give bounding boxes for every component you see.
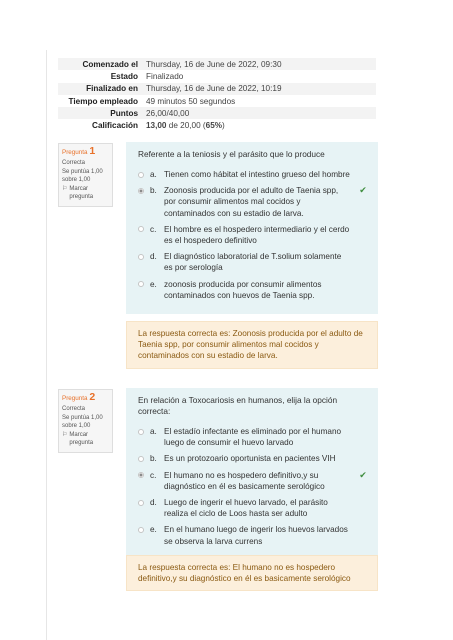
grade-close: ) <box>222 121 225 131</box>
summary-value: 13,00 de 20,00 (65%) <box>142 119 376 131</box>
option-letter: d. <box>150 252 157 262</box>
question-1-content: Referente a la teniosis y el parásito qu… <box>126 142 378 315</box>
option-letter: d. <box>150 498 157 508</box>
question-number: 2 <box>89 391 96 403</box>
option-text: El estadío infectante es eliminado por e… <box>164 427 342 448</box>
summary-row-points: Puntos 26,00/40,00 <box>58 107 376 120</box>
grade-percent: 65% <box>205 121 223 131</box>
option-text: Zoonosis producida por el adulto de Taen… <box>164 186 339 218</box>
option-letter: c. <box>150 470 157 480</box>
option-letter: e. <box>150 525 157 535</box>
radio-button-selected[interactable] <box>138 187 144 194</box>
summary-label: Puntos <box>58 107 142 120</box>
radio-button[interactable] <box>138 527 144 534</box>
flag-question-link[interactable]: ⚐ Marcar pregunta <box>62 431 109 448</box>
flag-question-link[interactable]: ⚐ Marcar pregunta <box>62 185 109 202</box>
question-1-correct-answer-feedback: La respuesta correcta es: Zoonosis produ… <box>126 321 378 369</box>
attempt-summary-table: Comenzado el Thursday, 16 de June de 202… <box>58 58 376 132</box>
summary-label: Finalizado en <box>58 82 142 95</box>
radio-button[interactable] <box>138 428 144 435</box>
option-text: El humano no es hospedero definitivo,y s… <box>164 470 325 491</box>
answer-option[interactable]: a. Tienen como hábitat el intestino grues… <box>138 169 368 180</box>
question-label: Pregunta <box>62 149 88 156</box>
flag-icon: ⚐ <box>62 185 68 192</box>
question-text: Referente a la teniosis y el parásito qu… <box>138 149 325 159</box>
page-left-rule <box>46 50 47 640</box>
radio-button[interactable] <box>138 226 144 233</box>
summary-value: 26,00/40,00 <box>142 107 376 120</box>
check-icon: ✔ <box>359 469 367 480</box>
question-label: Pregunta <box>62 395 88 402</box>
flag-question-label: Marcar pregunta <box>69 431 94 447</box>
summary-value: Thursday, 16 de June de 2022, 09:30 <box>142 58 376 71</box>
option-letter: b. <box>150 186 157 196</box>
option-text: Luego de ingerir el huevo larvado, el pa… <box>164 498 328 519</box>
answer-option[interactable]: e. En el humano luego de ingerir los huev… <box>138 524 368 546</box>
answer-option[interactable]: b. Es un protozoario oportunista en pacie… <box>138 453 368 464</box>
grade-total: de 20,00 ( <box>166 121 206 131</box>
answer-option[interactable]: b. Zoonosis producida por el adulto de Ta… <box>138 185 368 219</box>
option-letter: b. <box>150 454 157 464</box>
radio-button[interactable] <box>138 281 144 288</box>
flag-icon: ⚐ <box>62 431 68 438</box>
summary-row-finished: Finalizado en Thursday, 16 de June de 20… <box>58 82 376 95</box>
summary-value: Thursday, 16 de June de 2022, 10:19 <box>142 82 376 95</box>
question-number: 1 <box>89 145 96 157</box>
summary-row-grade: Calificación 13,00 de 20,00 (65%) <box>58 119 376 131</box>
question-2-info: Pregunta 2 Correcta Se puntúa 1,00 sobre… <box>58 389 113 454</box>
answer-option[interactable]: a. El estadío infectante es eliminado por… <box>138 426 368 448</box>
grade-score: 13,00 <box>146 121 167 131</box>
option-letter: c. <box>150 224 157 234</box>
option-letter: e. <box>150 279 157 289</box>
answer-option[interactable]: c. El hombre es el hospedero intermediari… <box>138 224 368 246</box>
question-state: Correcta <box>62 406 86 413</box>
flag-question-label: Marcar pregunta <box>69 185 94 201</box>
summary-row-started: Comenzado el Thursday, 16 de June de 202… <box>58 58 376 71</box>
option-text: El diagnóstico laboratorial de T.solium … <box>164 252 342 273</box>
question-mark: Se puntúa 1,00 sobre 1,00 <box>62 168 103 184</box>
option-text: zoonosis producida por consumir alimento… <box>164 279 322 300</box>
question-state: Correcta <box>62 160 86 167</box>
question-2-content: En relación a Toxocariosis en humanos, e… <box>126 388 378 560</box>
summary-row-time-taken: Tiempo empleado 49 minutos 50 segundos <box>58 95 376 107</box>
answer-option[interactable]: d. El diagnóstico laboratorial de T.soliu… <box>138 251 368 273</box>
question-2-correct-answer-feedback: La respuesta correcta es: El humano no e… <box>126 555 378 592</box>
answer-option[interactable]: c. El humano no es hospedero definitivo,y… <box>138 470 368 492</box>
radio-button[interactable] <box>138 253 144 260</box>
question-1-title: Pregunta 1 <box>62 145 109 157</box>
option-letter: a. <box>150 170 157 179</box>
radio-button-selected[interactable] <box>138 472 144 479</box>
summary-row-state: Estado Finalizado <box>58 70 376 82</box>
question-mark: Se puntúa 1,00 sobre 1,00 <box>62 414 103 430</box>
summary-value: 49 minutos 50 segundos <box>146 96 236 106</box>
check-icon: ✔ <box>359 185 367 196</box>
answer-option[interactable]: d. Luego de ingerir el huevo larvado, el … <box>138 497 368 519</box>
radio-button[interactable] <box>138 171 144 178</box>
option-text: En el humano luego de ingerir los huevos… <box>164 525 348 546</box>
summary-label: Tiempo empleado <box>68 96 138 106</box>
summary-label: Estado <box>110 71 138 81</box>
answer-option[interactable]: e. zoonosis producida por consumir alimen… <box>138 279 368 301</box>
radio-button[interactable] <box>138 456 144 462</box>
question-1-info: Pregunta 1 Correcta Se puntúa 1,00 sobre… <box>58 143 113 208</box>
option-letter: a. <box>150 427 157 436</box>
summary-label: Comenzado el <box>58 58 142 71</box>
question-2-title: Pregunta 2 <box>62 391 109 403</box>
option-text: El hombre es el hospedero intermediario … <box>164 224 350 246</box>
question-text: En relación a Toxocariosis en humanos, e… <box>138 395 338 416</box>
option-text: Es un protozoario oportunista en pacient… <box>164 454 336 464</box>
option-text: Tienen como hábitat el intestino grueso … <box>164 170 350 179</box>
summary-value: Finalizado <box>146 71 184 81</box>
radio-button[interactable] <box>138 499 144 506</box>
summary-label: Calificación <box>92 121 138 131</box>
